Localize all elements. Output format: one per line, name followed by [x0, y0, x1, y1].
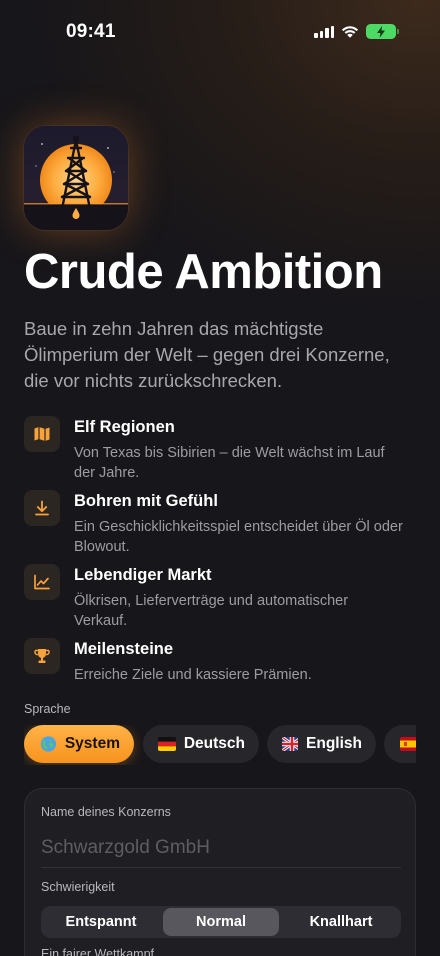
feature-description: Ölkrisen, Lieferverträge und automatisch…: [74, 593, 349, 629]
status-bar: 09:41: [0, 0, 440, 64]
feature-description: Ein Geschicklichkeitsspiel entscheidet ü…: [74, 519, 403, 555]
difficulty-option-entspannt[interactable]: Entspannt: [43, 908, 159, 936]
app-title: Crude Ambition: [24, 245, 383, 299]
cellular-signal-icon: [314, 25, 334, 38]
difficulty-segmented-control[interactable]: Entspannt Normal Knallhart: [41, 906, 401, 938]
difficulty-option-normal[interactable]: Normal: [163, 908, 279, 936]
company-name-label: Name deines Konzerns: [41, 805, 171, 819]
map-icon: [24, 416, 60, 452]
flag-spain-icon: [400, 737, 416, 751]
status-time: 09:41: [66, 21, 116, 42]
status-icons: [314, 24, 399, 39]
language-chip-english[interactable]: English: [267, 725, 376, 763]
trophy-icon: [24, 638, 60, 674]
language-chip-spanish[interactable]: [384, 725, 416, 763]
difficulty-option-knallhart[interactable]: Knallhart: [283, 908, 399, 936]
chart-line-icon: [24, 564, 60, 600]
feature-description: Erreiche Ziele und kassiere Prämien.: [74, 667, 312, 683]
battery-charging-icon: [366, 24, 399, 39]
feature-description: Von Texas bis Sibirien – die Welt wächst…: [74, 445, 385, 481]
language-chip-label: Deutsch: [183, 735, 245, 752]
feature-title: Lebendiger Markt: [74, 566, 212, 584]
download-arrow-icon: [24, 490, 60, 526]
language-chip-label: System: [64, 735, 120, 752]
company-name-input[interactable]: [41, 831, 401, 865]
divider: [41, 867, 401, 868]
wifi-icon: [341, 26, 359, 38]
difficulty-label: Schwierigkeit: [41, 880, 115, 894]
feature-title: Bohren mit Gefühl: [74, 492, 218, 510]
company-setup-card: Name deines Konzerns Schwierigkeit Entsp…: [24, 788, 416, 956]
flag-uk-icon: [282, 737, 299, 751]
feature-title: Elf Regionen: [74, 418, 175, 436]
language-chip-row[interactable]: System Deutsch English: [24, 725, 416, 765]
globe-icon: [40, 736, 57, 752]
language-chip-system[interactable]: System: [24, 725, 134, 763]
app-icon: [24, 126, 128, 230]
language-chip-deutsch[interactable]: Deutsch: [143, 725, 259, 763]
app-subtitle: Baue in zehn Jahren das mächtigste Ölimp…: [24, 318, 390, 391]
difficulty-hint: Ein fairer Wettkampf: [41, 947, 155, 956]
language-chip-label: English: [306, 735, 362, 752]
feature-title: Meilensteine: [74, 640, 174, 658]
flag-germany-icon: [158, 737, 176, 751]
language-label: Sprache: [24, 702, 71, 716]
